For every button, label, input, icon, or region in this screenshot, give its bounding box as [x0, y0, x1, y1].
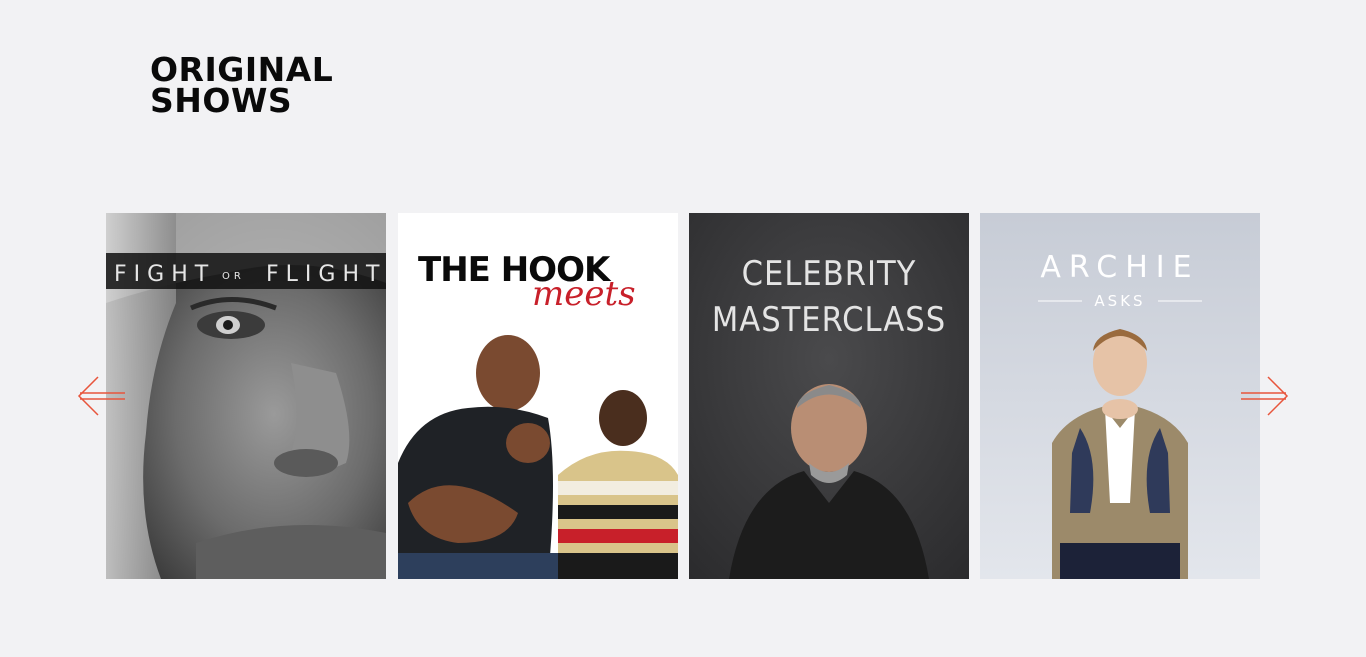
celebrity-masterclass-poster: CELEBRITY MASTERCLASS: [689, 213, 969, 579]
arrow-left-icon: [77, 376, 125, 416]
the-hook-meets-poster: THE HOOK meets: [398, 213, 678, 579]
archie-asks-poster: ARCHIE ASKS: [980, 213, 1260, 579]
masterclass-title-line1: CELEBRITY: [742, 254, 917, 294]
show-card-archie-asks[interactable]: ARCHIE ASKS: [980, 213, 1260, 579]
show-card-celebrity-masterclass[interactable]: CELEBRITY MASTERCLASS: [689, 213, 969, 579]
fight-title-part1: FIGHT: [114, 262, 215, 287]
shows-carousel: FIGHT OR FLIGHT THE HOOK meets CELEBRITY…: [106, 213, 1260, 579]
archie-title-main: ARCHIE: [1040, 250, 1199, 285]
show-card-the-hook-meets[interactable]: THE HOOK meets: [398, 213, 678, 579]
section-title-line2: SHOWS: [150, 81, 293, 120]
carousel-next-button[interactable]: [1240, 374, 1290, 418]
arrow-right-icon: [1241, 376, 1289, 416]
hook-title-script: meets: [532, 274, 636, 314]
masterclass-title-line2: MASTERCLASS: [712, 300, 946, 340]
fight-title-part2: OR: [222, 271, 245, 282]
archie-title-sub: ASKS: [1094, 292, 1145, 310]
fight-title-part3: FLIGHT: [266, 262, 386, 287]
fight-or-flight-poster: FIGHT OR FLIGHT: [106, 213, 386, 579]
section-title: ORIGINAL SHOWS: [150, 53, 333, 120]
carousel-prev-button[interactable]: [76, 374, 126, 418]
original-shows-page: ORIGINAL SHOWS FIGHT OR FLIGHT THE HOOK …: [0, 0, 1366, 657]
show-card-fight-or-flight[interactable]: FIGHT OR FLIGHT: [106, 213, 386, 579]
